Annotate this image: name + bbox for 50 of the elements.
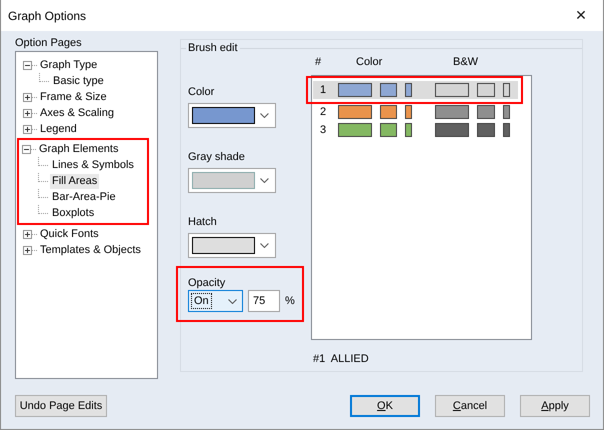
dialog-button[interactable]: Undo Page Edits <box>15 395 107 417</box>
chevron-icon <box>260 178 269 183</box>
swatch-dropdown[interactable] <box>188 103 276 128</box>
field-label: Opacity <box>188 277 226 289</box>
window-title: Graph Options <box>8 8 86 22</box>
tree-item[interactable]: Graph Type <box>38 58 100 72</box>
column-header: # <box>315 56 322 69</box>
tree-item[interactable]: Fill Areas <box>50 174 100 188</box>
tree-item[interactable]: Legend <box>38 122 79 136</box>
expand-icon[interactable] <box>23 246 32 254</box>
expand-icon[interactable] <box>23 92 32 102</box>
row-number: 2 <box>319 106 328 118</box>
field-label: Gray shade <box>188 150 246 164</box>
tree-item[interactable]: Graph Elements <box>37 142 120 156</box>
collapse-icon[interactable] <box>22 144 31 154</box>
dialog-button[interactable]: OK <box>350 395 420 417</box>
chevron-icon <box>228 298 237 304</box>
brush-row[interactable]: 1 <box>313 81 518 99</box>
status-text: #1 ALLIED <box>313 353 370 366</box>
group-label: Option Pages <box>15 37 83 50</box>
row-number: 1 <box>319 84 328 96</box>
opacity-dropdown[interactable]: On <box>188 290 243 312</box>
unit-label: % <box>285 294 295 308</box>
brush-row[interactable]: 2 <box>313 103 518 121</box>
expand-icon[interactable] <box>23 108 32 118</box>
tree-item[interactable]: Frame & Size <box>38 90 109 104</box>
tree-item[interactable]: Lines & Symbols <box>50 158 136 172</box>
column-header: Color <box>356 56 382 69</box>
collapse-icon[interactable] <box>23 60 32 70</box>
tree-item[interactable]: Templates & Objects <box>38 242 143 258</box>
dialog-button[interactable]: Cancel <box>435 395 505 417</box>
tree-item[interactable]: Boxplots <box>50 206 96 220</box>
row-number: 3 <box>319 124 328 136</box>
swatch-dropdown[interactable] <box>188 168 276 193</box>
brush-row[interactable]: 3 <box>313 121 518 139</box>
tree-item[interactable]: Quick Fonts <box>38 226 101 242</box>
swatch-dropdown[interactable] <box>188 233 276 258</box>
tree-item[interactable]: Axes & Scaling <box>38 106 116 120</box>
chevron-icon <box>260 243 269 248</box>
field-label: Hatch <box>188 215 218 229</box>
tree-item[interactable]: Basic type <box>51 74 106 88</box>
expand-icon[interactable] <box>23 230 32 238</box>
column-header: B&W <box>453 56 478 69</box>
chevron-icon <box>260 113 269 118</box>
field-label: Color <box>188 85 216 99</box>
percent-field[interactable]: 75 <box>248 290 280 312</box>
close-button[interactable]: ✕ <box>559 0 603 31</box>
expand-icon[interactable] <box>23 124 32 134</box>
dialog-button[interactable]: Apply <box>520 395 590 417</box>
tree-item[interactable]: Bar-Area-Pie <box>50 190 118 204</box>
